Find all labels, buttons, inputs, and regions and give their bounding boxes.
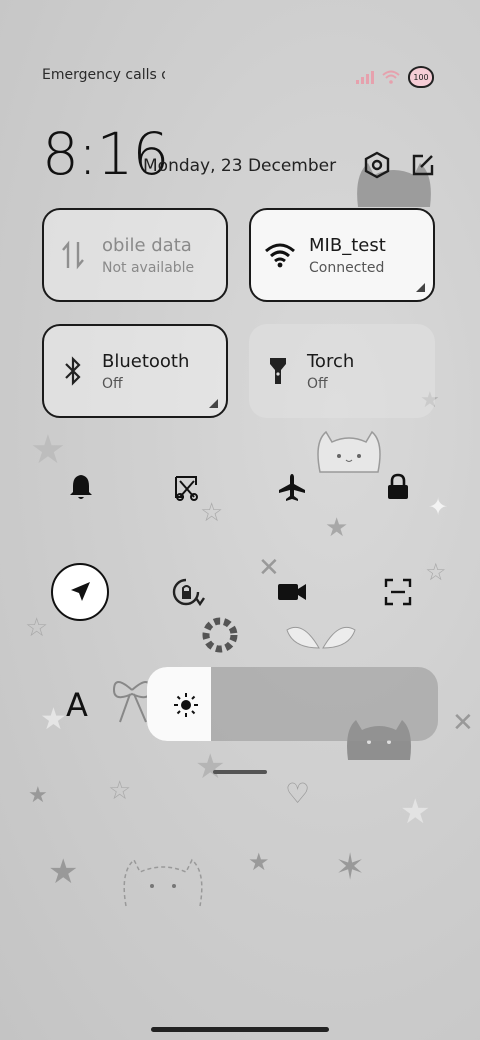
drag-handle[interactable] [213,770,267,774]
battery-level: 100 [413,72,429,82]
scan-icon [384,578,412,606]
star-decoration-icon: ★ [400,792,431,832]
clock-time: 8:16 [42,120,169,188]
signal-icon [356,70,374,84]
star-decoration-icon: ★ [40,702,67,737]
tile-mobile-data[interactable]: obile data Not available [42,208,228,302]
tile-mobile-data-label: obile data [102,234,192,256]
star-decoration-icon: ☆ [108,776,132,806]
airplane-toggle[interactable] [270,465,314,509]
clock-date: Monday, 23 December [143,156,337,176]
mobile-data-icon [44,240,102,270]
cat-decoration-icon [317,430,381,473]
torch-icon [249,356,307,386]
bell-icon [70,475,92,499]
edit-button[interactable] [408,150,438,180]
status-icons: 100 [356,66,434,88]
ribbon-decoration-icon: ✕ [452,708,474,738]
location-toggle[interactable] [51,563,109,621]
video-toggle[interactable] [270,570,314,614]
star-decoration-icon: ☆ [25,613,49,643]
lock-icon [388,473,408,499]
rotation-lock-toggle[interactable] [166,570,210,614]
cat-decoration-icon [123,858,203,907]
screenshot-icon [175,476,198,501]
home-indicator[interactable] [151,1027,329,1032]
star-decoration-icon: ☆ [425,558,447,586]
brightness-slider[interactable] [147,667,438,741]
screenshot-toggle[interactable] [164,465,208,509]
sound-toggle[interactable] [59,465,103,509]
video-icon [278,584,306,600]
tile-wifi-status: Connected [309,259,385,276]
tile-torch[interactable]: Torch Off [249,324,435,418]
star-decoration-icon: ★ [30,427,66,473]
wifi-tile-icon [251,242,309,268]
edit-icon [412,154,434,176]
brightness-icon [174,693,198,717]
wings-decoration-icon [286,626,356,649]
heart-decoration-icon: ♡ [285,777,311,810]
star-decoration-icon: ★ [248,848,270,876]
lock-toggle[interactable] [376,465,420,509]
expand-corner-icon[interactable] [209,399,218,408]
star-decoration-icon: ★ [325,513,349,543]
star-decoration-icon: ★ [195,747,226,787]
settings-button[interactable] [362,150,392,180]
tile-torch-status: Off [307,375,328,392]
gear-icon [364,151,390,179]
airplane-icon [279,474,305,501]
scan-toggle[interactable] [376,570,420,614]
location-icon [71,582,90,601]
tile-wifi[interactable]: MIB_test Connected [249,208,435,302]
sparkle-decoration-icon: ✦ [428,493,449,521]
star-decoration-icon: ★ [28,783,48,808]
tile-wifi-label: MIB_test [309,234,386,256]
wifi-icon [382,70,400,84]
tile-bluetooth-label: Bluetooth [102,350,190,372]
flower-decoration-icon [202,617,238,653]
expand-corner-icon[interactable] [416,283,425,292]
battery-icon: 100 [408,66,434,88]
rotation-lock-icon [172,578,205,607]
tile-bluetooth[interactable]: Bluetooth Off [42,324,228,418]
star-decoration-icon: ✶ [335,847,366,888]
tile-bluetooth-status: Off [102,375,123,392]
status-text: Emergency calls o [42,67,165,83]
auto-brightness-button[interactable]: A [66,686,88,724]
star-decoration-icon: ★ [48,852,79,892]
bluetooth-icon [44,356,102,386]
tile-torch-label: Torch [307,350,355,372]
tile-mobile-data-status: Not available [102,259,195,276]
